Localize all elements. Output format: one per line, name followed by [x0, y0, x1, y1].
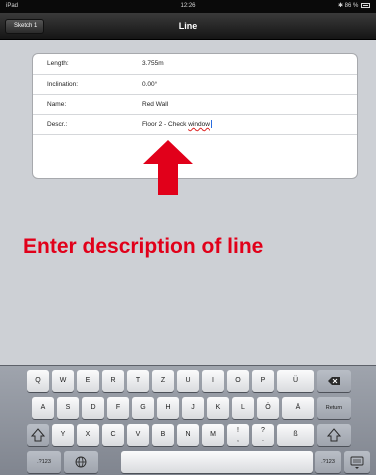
inclination-label: Inclination:	[47, 81, 79, 88]
name-label: Name:	[47, 101, 67, 108]
key-d[interactable]: D	[82, 397, 104, 419]
key-exclamation-comma[interactable]: ! ,	[227, 424, 249, 446]
key-n[interactable]: N	[177, 424, 199, 446]
key-f[interactable]: F	[107, 397, 129, 419]
key-j[interactable]: J	[182, 397, 204, 419]
annotation-text: Enter description of line	[23, 235, 264, 258]
bluetooth-icon: ✱	[337, 3, 343, 9]
globe-icon	[75, 456, 87, 468]
description-text: Floor 2 - Check	[142, 121, 189, 128]
on-screen-keyboard: Q W E R T Z U I O P Ü A S D F G H J K L …	[0, 365, 376, 475]
form-row-description[interactable]: Descr.: Floor 2 - Check window	[33, 114, 357, 134]
shift-key-left[interactable]	[27, 424, 49, 446]
key-u[interactable]: U	[177, 370, 199, 392]
main-content: Length: 3.755m Inclination: 0.00° Name: …	[0, 40, 376, 365]
key-o[interactable]: O	[227, 370, 249, 392]
key-m[interactable]: M	[202, 424, 224, 446]
backspace-key[interactable]	[317, 370, 351, 392]
space-bar[interactable]	[121, 451, 313, 473]
keyboard-hide-icon	[350, 456, 364, 469]
length-value: 3.755m	[142, 60, 164, 67]
key-t[interactable]: T	[127, 370, 149, 392]
key-o-umlaut[interactable]: Ö	[257, 397, 279, 419]
key-e[interactable]: E	[77, 370, 99, 392]
form-row-length[interactable]: Length: 3.755m	[33, 54, 357, 74]
key-w[interactable]: W	[52, 370, 74, 392]
battery-icon	[361, 2, 370, 8]
misspelled-word[interactable]: window	[188, 121, 210, 128]
globe-key[interactable]	[64, 451, 98, 473]
key-g[interactable]: G	[132, 397, 154, 419]
return-key[interactable]: Return	[317, 397, 351, 419]
numbers-key-left[interactable]: .?123	[27, 451, 61, 473]
shift-icon	[30, 428, 46, 442]
name-value[interactable]: Red Wall	[142, 95, 168, 115]
key-z[interactable]: Z	[152, 370, 174, 392]
key-question-period[interactable]: ? .	[252, 424, 274, 446]
numbers-key-right[interactable]: .?123	[315, 451, 341, 473]
description-input[interactable]: Floor 2 - Check window	[142, 115, 212, 135]
battery-percent: 86 %	[344, 3, 359, 9]
text-caret	[210, 120, 212, 129]
key-s[interactable]: S	[57, 397, 79, 419]
key-b[interactable]: B	[152, 424, 174, 446]
key-v[interactable]: V	[127, 424, 149, 446]
key-u-umlaut[interactable]: Ü	[277, 370, 314, 392]
key-a-umlaut[interactable]: Ä	[282, 397, 314, 419]
inclination-value: 0.00°	[142, 81, 158, 88]
status-bar: iPad 12:26 ✱ 86 %	[0, 0, 376, 13]
key-a[interactable]: A	[32, 397, 54, 419]
shift-key-right[interactable]	[317, 424, 351, 446]
key-i[interactable]: I	[202, 370, 224, 392]
key-k[interactable]: K	[207, 397, 229, 419]
up-arrow-annotation	[143, 140, 193, 195]
form-row-inclination[interactable]: Inclination: 0.00°	[33, 74, 357, 94]
key-y[interactable]: Y	[52, 424, 74, 446]
backspace-icon	[328, 377, 340, 385]
page-title: Line	[178, 21, 198, 31]
navigation-bar: Sketch 1 Line	[0, 13, 376, 40]
key-l[interactable]: L	[232, 397, 254, 419]
key-p[interactable]: P	[252, 370, 274, 392]
shift-icon	[326, 428, 342, 442]
key-c[interactable]: C	[102, 424, 124, 446]
key-x[interactable]: X	[77, 424, 99, 446]
description-label: Descr.:	[47, 121, 68, 128]
key-r[interactable]: R	[102, 370, 124, 392]
hide-keyboard-key[interactable]	[344, 451, 370, 473]
key-h[interactable]: H	[157, 397, 179, 419]
form-row-name[interactable]: Name: Red Wall	[33, 94, 357, 114]
clock: 12:26	[180, 3, 196, 9]
line-properties-form: Length: 3.755m Inclination: 0.00° Name: …	[32, 53, 358, 179]
length-label: Length:	[47, 60, 69, 67]
key-eszett[interactable]: ß	[277, 424, 314, 446]
key-q[interactable]: Q	[27, 370, 49, 392]
status-right: ✱ 86 %	[338, 0, 370, 13]
form-row-empty	[33, 134, 357, 178]
